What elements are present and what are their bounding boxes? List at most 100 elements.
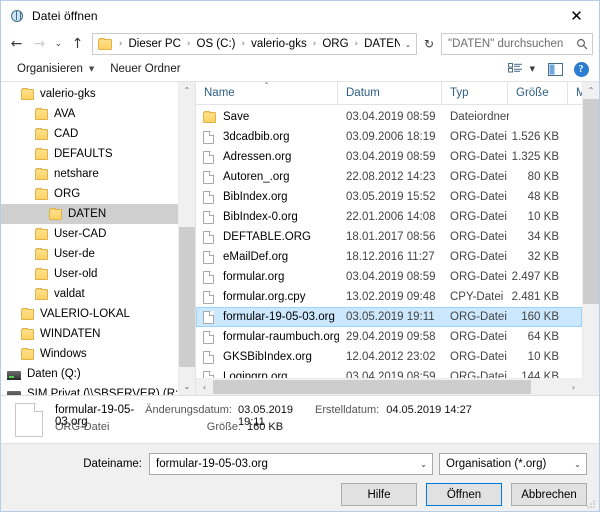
tree-item[interactable]: CAD [1,124,178,144]
search-input[interactable] [442,38,572,50]
column-header-date[interactable]: Datum [338,82,442,104]
table-row[interactable]: Save03.04.2019 08:59Dateiordner [196,107,582,127]
file-hscroll-thumb[interactable] [213,380,531,394]
file-horizontal-scrollbar[interactable]: ‹ › [196,378,582,395]
preview-pane-icon[interactable] [543,59,567,80]
table-row[interactable]: Logingrp.org03.04.2019 08:59ORG-Datei144… [196,367,582,378]
organize-menu-button[interactable]: Organisieren ▼ [9,58,102,80]
title-bar: Datei öffnen ✕ [1,1,599,31]
column-header-label: Name [204,87,235,99]
chevron-down-icon[interactable]: ⌄ [400,40,416,49]
tree-item[interactable]: SIM Privat (\\SBSERVER) (R:) [1,384,178,395]
chevron-down-icon[interactable]: ⌄ [415,460,432,469]
forward-button: → [28,32,51,56]
file-name-cell: formular.org.cpy [197,291,339,304]
tree-item[interactable]: valerio-gks [1,84,178,104]
breadcrumb-item-2[interactable]: valerio-gks [249,38,309,50]
file-name-cell: Autoren_.org [197,171,339,184]
breadcrumb-bar[interactable]: › Dieser PC › OS (C:) › valerio-gks › OR… [92,33,417,55]
file-type-cell: ORG-Datei [443,151,509,163]
tree-vertical-scrollbar[interactable]: ⌃ ⌄ [178,82,195,395]
tree-item[interactable]: Windows [1,344,178,364]
breadcrumb-item-1[interactable]: OS (C:) [195,38,238,50]
tree-item[interactable]: DEFAULTS [1,144,178,164]
help-icon[interactable]: ? [569,59,593,80]
folder-icon [203,112,216,123]
file-scroll-track[interactable] [583,99,599,378]
table-row[interactable]: 3dcadbib.org03.09.2006 18:19ORG-Datei1.5… [196,127,582,147]
search-box[interactable] [441,33,593,55]
scroll-up-button[interactable]: ⌃ [179,82,195,99]
breadcrumb-separator: › [115,39,127,49]
file-type-cell: ORG-Datei [443,271,509,283]
tree-item[interactable]: Daten (Q:) [1,364,178,384]
breadcrumb-item-0[interactable]: Dieser PC [126,38,182,50]
table-row[interactable]: DEFTABLE.ORG18.01.2017 08:56ORG-Datei34 … [196,227,582,247]
view-layout-icon[interactable] [504,59,528,80]
help-button[interactable]: Hilfe [341,483,417,506]
tree-item[interactable]: User-de [1,244,178,264]
drive-icon [7,369,21,380]
cancel-button[interactable]: Abbrechen [511,483,587,506]
scroll-down-button[interactable]: ⌄ [179,378,195,395]
file-size-cell: 34 KB [509,231,569,243]
file-date-cell: 03.09.2006 18:19 [339,131,443,143]
tree-item[interactable]: netshare [1,164,178,184]
tree-item[interactable]: WINDATEN [1,324,178,344]
tree-scroll-thumb[interactable] [179,227,195,367]
file-type-cell: ORG-Datei [443,211,509,223]
back-button[interactable]: ← [5,32,28,56]
up-button[interactable]: ↑ [66,32,89,56]
chevron-down-icon[interactable]: ⌄ [569,460,586,469]
table-row[interactable]: GKSBibIndex.org12.04.2012 23:02ORG-Datei… [196,347,582,367]
breadcrumb-item-4[interactable]: DATEN [362,38,400,50]
file-vertical-scrollbar[interactable]: ⌃ ⌄ [582,82,599,395]
table-row[interactable]: formular-raumbuch.org29.04.2019 09:58ORG… [196,327,582,347]
tree-scroll-track[interactable] [179,99,195,378]
file-date-cell: 13.02.2019 09:48 [339,291,443,303]
recent-locations-button[interactable]: ⌄ [51,32,66,56]
tree-item[interactable]: AVA [1,104,178,124]
scroll-up-button[interactable]: ⌃ [583,82,599,99]
file-name-cell: formular-raumbuch.org [197,331,339,344]
table-row[interactable]: Adressen.org03.04.2019 08:59ORG-Datei1.3… [196,147,582,167]
table-row[interactable]: formular.org03.04.2019 08:59ORG-Datei2.4… [196,267,582,287]
table-row[interactable]: eMailDef.org18.12.2016 11:27ORG-Datei32 … [196,247,582,267]
table-row[interactable]: BibIndex-0.org22.01.2006 14:08ORG-Datei1… [196,207,582,227]
folder-icon [35,229,48,240]
file-name-label: eMailDef.org [223,251,288,263]
folder-icon [21,309,34,320]
folder-icon [49,209,62,220]
tree-item[interactable]: DATEN [1,204,178,224]
column-header-type[interactable]: Typ [442,82,508,104]
filetype-combobox[interactable]: Organisation (*.org) ⌄ [439,453,587,475]
tree-item[interactable]: valdat [1,284,178,304]
tree-item[interactable]: VALERIO-LOKAL [1,304,178,324]
column-header-size[interactable]: Größe [508,82,568,104]
open-button[interactable]: Öffnen [426,483,502,506]
resize-grip[interactable] [586,499,596,509]
scroll-left-button[interactable]: ‹ [196,379,213,395]
filename-input[interactable] [150,458,415,470]
table-row[interactable]: BibIndex.org03.05.2019 15:52ORG-Datei48 … [196,187,582,207]
file-list: Save03.04.2019 08:59Dateiordner3dcadbib.… [196,105,582,378]
table-row[interactable]: formular.org.cpy13.02.2019 09:48CPY-Date… [196,287,582,307]
column-header-name[interactable]: ⌃ Name [196,82,338,104]
file-scroll-thumb[interactable] [583,99,599,304]
table-row[interactable]: formular-19-05-03.org03.05.2019 19:11ORG… [196,307,582,327]
search-icon[interactable] [572,38,592,50]
refresh-icon[interactable]: ↻ [419,33,439,55]
chevron-down-icon[interactable]: ▼ [530,65,541,73]
tree-item[interactable]: ORG [1,184,178,204]
navigation-pane: valerio-gksAVACADDEFAULTSnetshareORGDATE… [1,82,196,395]
tree-item[interactable]: User-CAD [1,224,178,244]
file-date-cell: 03.05.2019 15:52 [339,191,443,203]
breadcrumb-item-3[interactable]: ORG [320,38,350,50]
table-row[interactable]: Autoren_.org22.08.2012 14:23ORG-Datei80 … [196,167,582,187]
file-name-label: BibIndex.org [223,191,288,203]
scroll-right-button[interactable]: › [565,379,582,395]
filename-combobox[interactable]: ⌄ [149,453,433,475]
tree-item[interactable]: User-old [1,264,178,284]
close-button[interactable]: ✕ [554,1,599,31]
new-folder-button[interactable]: Neuer Ordner [102,58,188,80]
